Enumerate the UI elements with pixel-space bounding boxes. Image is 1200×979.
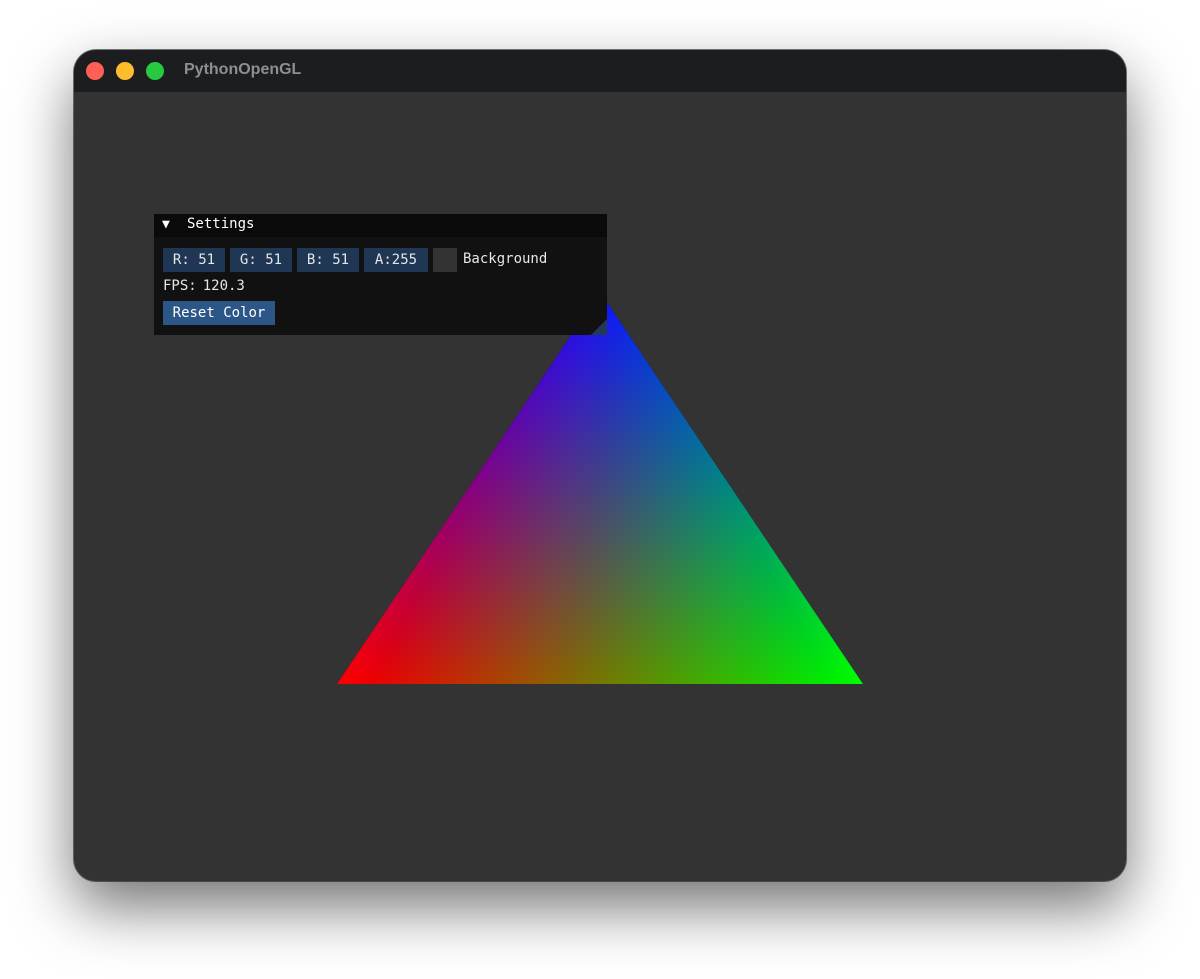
- title-bar[interactable]: PythonOpenGL: [74, 50, 1126, 92]
- triangle-down-icon[interactable]: ▼: [162, 217, 170, 232]
- close-window-button[interactable]: [86, 62, 104, 80]
- blue-channel-drag[interactable]: B: 51: [297, 248, 359, 272]
- triangle-render: [337, 292, 863, 684]
- app-window: PythonOpenGL ▼ Settings R: 51 G: 51 B: 5…: [74, 50, 1126, 881]
- green-channel-drag[interactable]: G: 51: [230, 248, 292, 272]
- background-label: Background: [463, 251, 548, 267]
- fps-readout: FPS: 120.3: [163, 278, 245, 294]
- settings-title: Settings: [187, 216, 255, 232]
- settings-panel[interactable]: ▼ Settings R: 51 G: 51 B: 51 A:255 Backg…: [154, 214, 607, 335]
- zoom-window-button[interactable]: [146, 62, 164, 80]
- red-channel-drag[interactable]: R: 51: [163, 248, 225, 272]
- reset-color-button[interactable]: Reset Color: [163, 301, 275, 325]
- gl-canvas[interactable]: ▼ Settings R: 51 G: 51 B: 51 A:255 Backg…: [74, 92, 1126, 881]
- fps-label: FPS:: [163, 278, 197, 294]
- window-title: PythonOpenGL: [184, 61, 302, 78]
- settings-header[interactable]: ▼ Settings: [154, 214, 607, 237]
- alpha-channel-drag[interactable]: A:255: [364, 248, 428, 272]
- background-color-swatch[interactable]: [433, 248, 457, 272]
- fps-value: 120.3: [202, 278, 245, 294]
- minimize-window-button[interactable]: [116, 62, 134, 80]
- resize-grip-icon[interactable]: [591, 319, 607, 335]
